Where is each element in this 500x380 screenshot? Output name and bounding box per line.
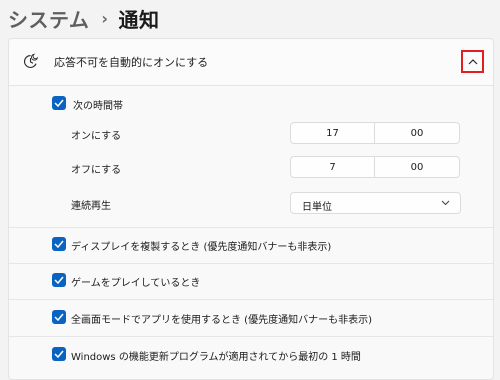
divider <box>9 299 493 300</box>
turn-on-label: オンにする <box>71 131 122 142</box>
dnd-settings-panel: 応答不可を自動的にオンにする 次の時間帯 オンにする 17 00 オフにする 7… <box>8 38 494 380</box>
repeat-value: 日単位 <box>302 202 332 213</box>
checkmark-icon <box>54 313 64 321</box>
page-title: 通知 <box>118 8 160 32</box>
on-hour-field[interactable]: 17 <box>290 122 375 144</box>
option-checkbox[interactable] <box>52 347 66 361</box>
schedule-label: 次の時間帯 <box>73 101 123 112</box>
option-label: Windows の機能更新プログラムが適用されてから最初の 1 時間 <box>71 352 361 363</box>
checkmark-icon <box>54 240 64 248</box>
divider <box>9 263 493 264</box>
option-checkbox[interactable] <box>52 273 66 287</box>
divider <box>9 336 493 337</box>
schedule-checkbox[interactable] <box>52 96 66 110</box>
option-checkbox[interactable] <box>52 310 66 324</box>
off-minute-field[interactable]: 00 <box>375 156 460 178</box>
option-label: 全画面モードでアプリを使用するとき (優先度通知バナーも非表示) <box>71 315 372 326</box>
checkmark-icon <box>54 350 64 358</box>
breadcrumb-separator: › <box>101 9 109 28</box>
checkmark-icon <box>54 99 64 107</box>
collapse-button[interactable] <box>461 50 484 73</box>
chevron-down-icon <box>441 200 450 206</box>
divider <box>9 227 493 228</box>
breadcrumb-parent-system[interactable]: システム <box>8 4 89 33</box>
off-hour-field[interactable]: 7 <box>290 156 375 178</box>
turn-off-label: オフにする <box>71 165 122 176</box>
repeat-label: 連続再生 <box>71 201 111 212</box>
option-label: ディスプレイを複製するとき (優先度通知バナーも非表示) <box>71 242 332 253</box>
breadcrumb: システム › 通知 <box>8 4 160 33</box>
checkmark-icon <box>54 276 64 284</box>
dnd-auto-label: 応答不可を自動的にオンにする <box>54 56 209 69</box>
repeat-dropdown[interactable]: 日単位 <box>290 192 461 214</box>
option-label: ゲームをプレイしているとき <box>71 278 201 289</box>
clock-moon-icon <box>23 53 39 68</box>
chevron-up-icon <box>468 58 477 64</box>
dnd-header[interactable]: 応答不可を自動的にオンにする <box>9 39 493 86</box>
on-minute-field[interactable]: 00 <box>375 122 460 144</box>
option-checkbox[interactable] <box>52 237 66 251</box>
